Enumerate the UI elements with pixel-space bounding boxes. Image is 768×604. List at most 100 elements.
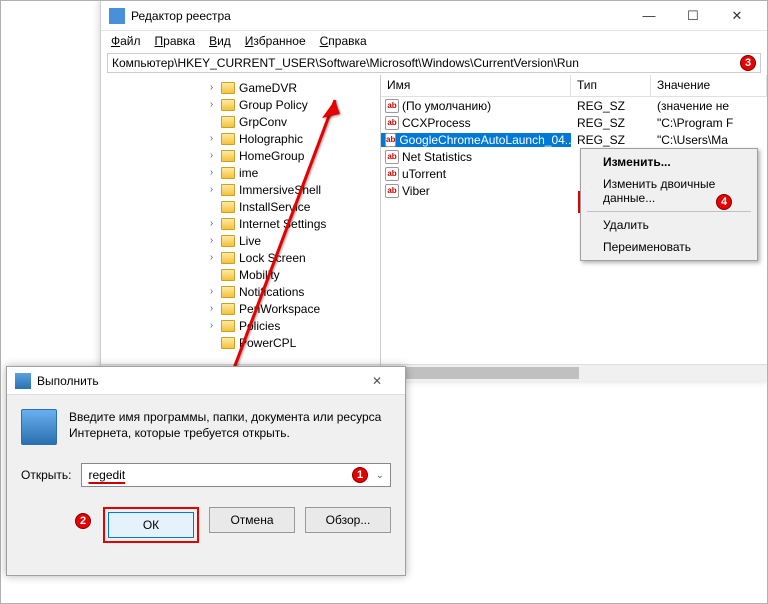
- tree-item-label: HomeGroup: [239, 149, 304, 163]
- folder-icon: [221, 286, 235, 298]
- tree-item[interactable]: › Group Policy: [101, 96, 380, 113]
- ok-button[interactable]: ОК: [108, 512, 194, 538]
- tree-item[interactable]: › Live: [101, 232, 380, 249]
- tree-item[interactable]: › ime: [101, 164, 380, 181]
- expand-icon[interactable]: ›: [206, 252, 217, 263]
- tree-item[interactable]: PowerCPL: [101, 334, 380, 351]
- tree-item[interactable]: ›GameDVR: [101, 79, 380, 96]
- list-row[interactable]: ab(По умолчанию) REG_SZ(значение не: [381, 97, 767, 114]
- expand-icon[interactable]: ›: [206, 218, 217, 229]
- run-input[interactable]: regedit 1 ⌄: [81, 463, 391, 487]
- col-type[interactable]: Тип: [571, 75, 651, 96]
- tree-item[interactable]: › HomeGroup: [101, 147, 380, 164]
- cancel-button[interactable]: Отмена: [209, 507, 295, 533]
- list-scrollbar-h[interactable]: [381, 364, 767, 381]
- reg-string-icon: ab: [385, 167, 399, 181]
- address-bar[interactable]: Компьютер\HKEY_CURRENT_USER\Software\Mic…: [107, 53, 761, 73]
- maximize-button[interactable]: ☐: [671, 1, 715, 31]
- menu-view[interactable]: Вид: [209, 34, 231, 48]
- tree-item-label: ime: [239, 166, 258, 180]
- chevron-down-icon[interactable]: ⌄: [376, 470, 384, 481]
- close-button[interactable]: ✕: [715, 1, 759, 31]
- list-row[interactable]: abGoogleChromeAutoLaunch_04...REG_SZ"C:\…: [381, 131, 767, 148]
- minimize-button[interactable]: —: [627, 1, 671, 31]
- menu-edit[interactable]: Правка: [155, 34, 196, 48]
- folder-icon: [221, 184, 235, 196]
- run-input-row: Открыть: regedit 1 ⌄: [7, 445, 405, 487]
- ctx-modify[interactable]: Изменить...: [583, 151, 755, 173]
- ctx-rename[interactable]: Переименовать: [583, 236, 755, 258]
- list-header[interactable]: Имя Тип Значение: [381, 75, 767, 97]
- tree-item-label: Policies: [239, 319, 280, 333]
- browse-button[interactable]: Обзор...: [305, 507, 391, 533]
- tree-item-label: Mobility: [239, 268, 280, 282]
- menu-file[interactable]: Файл: [111, 34, 141, 48]
- expand-icon[interactable]: ›: [206, 286, 217, 297]
- list-row[interactable]: abCCXProcessREG_SZ"C:\Program F: [381, 114, 767, 131]
- expand-icon[interactable]: ›: [206, 184, 217, 195]
- expand-icon[interactable]: [206, 269, 217, 280]
- reg-string-icon: ab: [385, 150, 399, 164]
- folder-icon: [221, 82, 235, 94]
- folder-icon: [221, 269, 235, 281]
- expand-icon[interactable]: [206, 201, 217, 212]
- col-data[interactable]: Значение: [651, 75, 767, 96]
- folder-icon: [221, 116, 235, 128]
- expand-icon[interactable]: ›: [206, 150, 217, 161]
- expand-icon[interactable]: ›: [206, 99, 217, 110]
- expand-icon[interactable]: ›: [206, 320, 217, 331]
- folder-icon: [221, 218, 235, 230]
- folder-icon: [221, 150, 235, 162]
- tree-item-label: Holographic: [239, 132, 303, 146]
- list-row-data: "C:\Program F: [651, 116, 767, 130]
- tree-item-label: Lock Screen: [239, 251, 306, 265]
- list-row-data: (значение не: [651, 99, 767, 113]
- expand-icon[interactable]: ›: [206, 133, 217, 144]
- tree-item[interactable]: GrpConv: [101, 113, 380, 130]
- list-row-name: (По умолчанию): [402, 99, 491, 113]
- folder-icon: [221, 167, 235, 179]
- reg-string-icon: ab: [385, 184, 399, 198]
- tree-item-label: PowerCPL: [239, 336, 296, 350]
- expand-icon[interactable]: ›: [206, 82, 217, 93]
- tree-item[interactable]: ›Notifications: [101, 283, 380, 300]
- tree-item[interactable]: › Lock Screen: [101, 249, 380, 266]
- menu-help[interactable]: Справка: [320, 34, 367, 48]
- tree-item[interactable]: InstallService: [101, 198, 380, 215]
- reg-string-icon: ab: [385, 99, 399, 113]
- list-row-data: "C:\Users\Ma: [651, 133, 767, 147]
- col-name[interactable]: Имя: [381, 75, 571, 96]
- run-description: Введите имя программы, папки, документа …: [69, 409, 391, 445]
- ctx-separator: [587, 211, 751, 212]
- tree-item[interactable]: ›Internet Settings: [101, 215, 380, 232]
- tree-item[interactable]: › Policies: [101, 317, 380, 334]
- annotation-highlight-ok: ОК: [103, 507, 199, 543]
- tree-item[interactable]: Mobility: [101, 266, 380, 283]
- run-titlebar[interactable]: Выполнить ✕: [7, 367, 405, 395]
- expand-icon[interactable]: ›: [206, 303, 217, 314]
- expand-icon[interactable]: ›: [206, 167, 217, 178]
- list-row-name: GoogleChromeAutoLaunch_04...: [399, 133, 571, 147]
- tree-item[interactable]: ›ImmersiveShell: [101, 181, 380, 198]
- annotation-marker-3: 3: [740, 55, 756, 71]
- tree-item[interactable]: ›PenWorkspace: [101, 300, 380, 317]
- list-row-type: REG_SZ: [571, 99, 651, 113]
- expand-icon[interactable]: [206, 116, 217, 127]
- tree-item-label: Group Policy: [239, 98, 308, 112]
- tree-item[interactable]: › Holographic: [101, 130, 380, 147]
- run-close-button[interactable]: ✕: [357, 374, 397, 388]
- ctx-delete[interactable]: Удалить: [583, 214, 755, 236]
- expand-icon[interactable]: [206, 337, 217, 348]
- list-row-name: uTorrent: [402, 167, 446, 181]
- regedit-title: Редактор реестра: [131, 9, 627, 23]
- run-body: Введите имя программы, папки, документа …: [7, 395, 405, 445]
- expand-icon[interactable]: ›: [206, 235, 217, 246]
- tree-pane[interactable]: ›GameDVR›Group PolicyGrpConv›Holographic…: [101, 75, 381, 381]
- tree-item-label: Live: [239, 234, 261, 248]
- run-title-text: Выполнить: [37, 374, 99, 388]
- regedit-titlebar[interactable]: Редактор реестра — ☐ ✕: [101, 1, 767, 31]
- list-row-name: Viber: [402, 184, 430, 198]
- run-input-value: regedit: [88, 468, 125, 482]
- run-open-label: Открыть:: [21, 468, 71, 482]
- menu-fav[interactable]: Избранное: [245, 34, 306, 48]
